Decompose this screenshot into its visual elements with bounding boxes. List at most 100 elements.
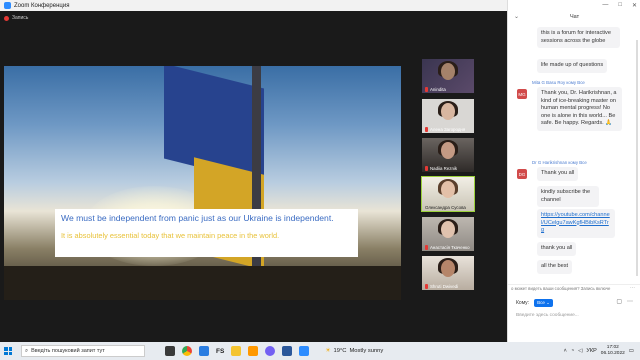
zoom-logo-icon (4, 2, 11, 9)
flag-pole (252, 66, 261, 300)
chat-footer: о может видеть ваши сообщения? Запись вк… (508, 284, 640, 342)
chat-message: thank you all (537, 242, 577, 256)
meeting-area: Запись We must be independent from panic… (0, 11, 507, 342)
chat-input[interactable]: Введите здесь сообщение... (516, 313, 579, 318)
participant-name-tag: Анастасія Ткаченко (425, 245, 470, 250)
muted-mic-icon (425, 245, 428, 250)
participant-tile[interactable]: Nadiia Reznik (422, 138, 474, 172)
participant-tile[interactable]: Алена Загородня (422, 99, 474, 133)
person-face (441, 181, 455, 198)
taskbar-search[interactable]: ⌕ Введіть пошуковий запит тут (21, 345, 145, 357)
minimize-button[interactable]: — (602, 2, 608, 9)
avatar: MG (517, 89, 527, 99)
weather-sun-icon: ☀ (325, 348, 331, 354)
visibility-notice[interactable]: о может видеть ваши сообщения? Запись вк… (511, 286, 610, 291)
avatar: DG (517, 169, 527, 179)
recipient-row: Кому: Все ⌄ (516, 299, 553, 307)
participant-name-tag: Anindita (425, 87, 446, 92)
youtube-link[interactable]: https://youtube.com/channel/UCelgu7awKgf… (541, 212, 610, 233)
muted-mic-icon (425, 127, 428, 132)
chat-scrollbar[interactable] (636, 40, 638, 276)
participant-name-tag: Nadiia Reznik (425, 166, 457, 171)
crowd-silhouette (4, 266, 401, 300)
to-label: Кому: (516, 300, 530, 306)
chat-message: Thank you all (537, 167, 579, 181)
caption-box: We must be independent from panic just a… (55, 209, 358, 257)
chat-message: life made up of questions (537, 59, 608, 73)
chat-message: this is a forum for interactive sessions… (537, 27, 620, 49)
search-icon: ⌕ (25, 347, 29, 354)
clock[interactable]: 17:02 06.10.2022 (601, 345, 625, 357)
chat-message: kindly subscribe the channel (537, 186, 599, 208)
search-placeholder: Введіть пошуковий запит тут (31, 348, 105, 354)
chat-messages[interactable]: this is a forum for interactive sessions… (508, 22, 640, 284)
recipient-select[interactable]: Все ⌄ (534, 299, 553, 307)
window-controls: — □ ✕ (602, 2, 637, 9)
app-icon[interactable] (248, 346, 259, 356)
participant-tile[interactable]: Анастасія Ткаченко (422, 217, 474, 251)
muted-mic-icon (425, 87, 428, 92)
recording-indicator[interactable]: Запись (4, 15, 28, 21)
chat-title: Чат (570, 14, 580, 20)
person-face (441, 260, 455, 277)
shared-screen: We must be independent from panic just a… (4, 66, 401, 300)
window-titlebar: Zoom Конференция (0, 0, 507, 11)
file-icon[interactable]: ▢ (616, 298, 622, 305)
recording-label: Запись (12, 15, 29, 21)
volume-icon[interactable]: ◁ (578, 348, 582, 354)
participant-name: Олександра Сусова (425, 205, 466, 210)
person-face (441, 142, 455, 159)
windows-start-icon[interactable] (4, 347, 12, 355)
muted-mic-icon (425, 284, 428, 289)
participant-name: Shruti Dwivedi (430, 284, 459, 289)
muted-mic-icon (425, 166, 428, 171)
weather-text: Mostly sunny (349, 348, 384, 354)
message-sender: Dr G Harikrishnan кому Все (532, 160, 587, 165)
clock-date: 06.10.2022 (600, 351, 625, 356)
chevron-up-icon[interactable]: ˄ (564, 348, 567, 354)
person-face (441, 63, 455, 80)
taskbar-apps: FS (165, 346, 310, 356)
participant-name-tag: Shruti Dwivedi (425, 284, 458, 289)
word-icon[interactable] (282, 346, 293, 356)
participant-name: Anindita (430, 87, 446, 92)
maximize-button[interactable]: □ (618, 2, 622, 9)
task-view-icon[interactable] (165, 346, 175, 356)
recipient-value: Все (537, 300, 545, 305)
participant-name: Nadiia Reznik (430, 166, 458, 171)
chevron-down-icon[interactable]: ⌄ (514, 13, 519, 20)
person-face (441, 103, 455, 120)
network-icon[interactable]: ◔ (571, 348, 574, 354)
participant-tile[interactable]: Shruti Dwivedi (422, 256, 474, 290)
participant-name: Анастасія Ткаченко (430, 245, 470, 250)
caption-line-2: It is absolutely essential today that we… (61, 231, 280, 240)
chat-message: Thank you, Dr. Harikrishnan, a kind of i… (537, 87, 622, 131)
participant-name-tag: Олександра Сусова (425, 205, 466, 210)
participant-name: Алена Загородня (430, 127, 466, 132)
edge-icon[interactable] (199, 346, 209, 356)
weather-temp: 19°C (333, 348, 347, 354)
folder-icon[interactable] (231, 346, 242, 356)
participant-tile-active-speaker[interactable]: Олександра Сусова (421, 176, 475, 212)
system-tray: ˄ ◔ ◁ УКР 17:02 06.10.2022 ▭ (564, 345, 634, 357)
record-dot-icon (4, 15, 9, 21)
close-button[interactable]: ✕ (632, 2, 637, 9)
chat-panel: ⌄ Чат — □ ✕ this is a forum for interact… (507, 0, 640, 342)
language-indicator[interactable]: УКР (586, 348, 596, 354)
chat-message-link[interactable]: https://youtube.com/channel/UCelgu7awKgf… (537, 209, 615, 238)
chrome-icon[interactable] (182, 346, 192, 356)
zoom-icon[interactable] (299, 346, 310, 356)
person-face (441, 221, 455, 238)
participant-tile[interactable]: Anindita (422, 59, 474, 93)
fs-app-icon[interactable]: FS (216, 348, 224, 355)
notifications-icon[interactable]: ▭ (629, 348, 634, 354)
caption-line-1: We must be independent from panic just a… (61, 213, 334, 223)
chat-tools: ▢ ⋯ (616, 298, 633, 305)
more-options-icon[interactable]: ⋯ (627, 298, 633, 305)
participant-name-tag: Алена Загородня (425, 127, 465, 132)
app-title: Zoom Конференция (14, 2, 70, 9)
weather-widget[interactable]: ☀ 19°C Mostly sunny (325, 348, 383, 354)
more-icon[interactable]: ⋯ (630, 285, 635, 291)
chat-message: all the best (537, 260, 573, 274)
viber-icon[interactable] (265, 346, 276, 356)
